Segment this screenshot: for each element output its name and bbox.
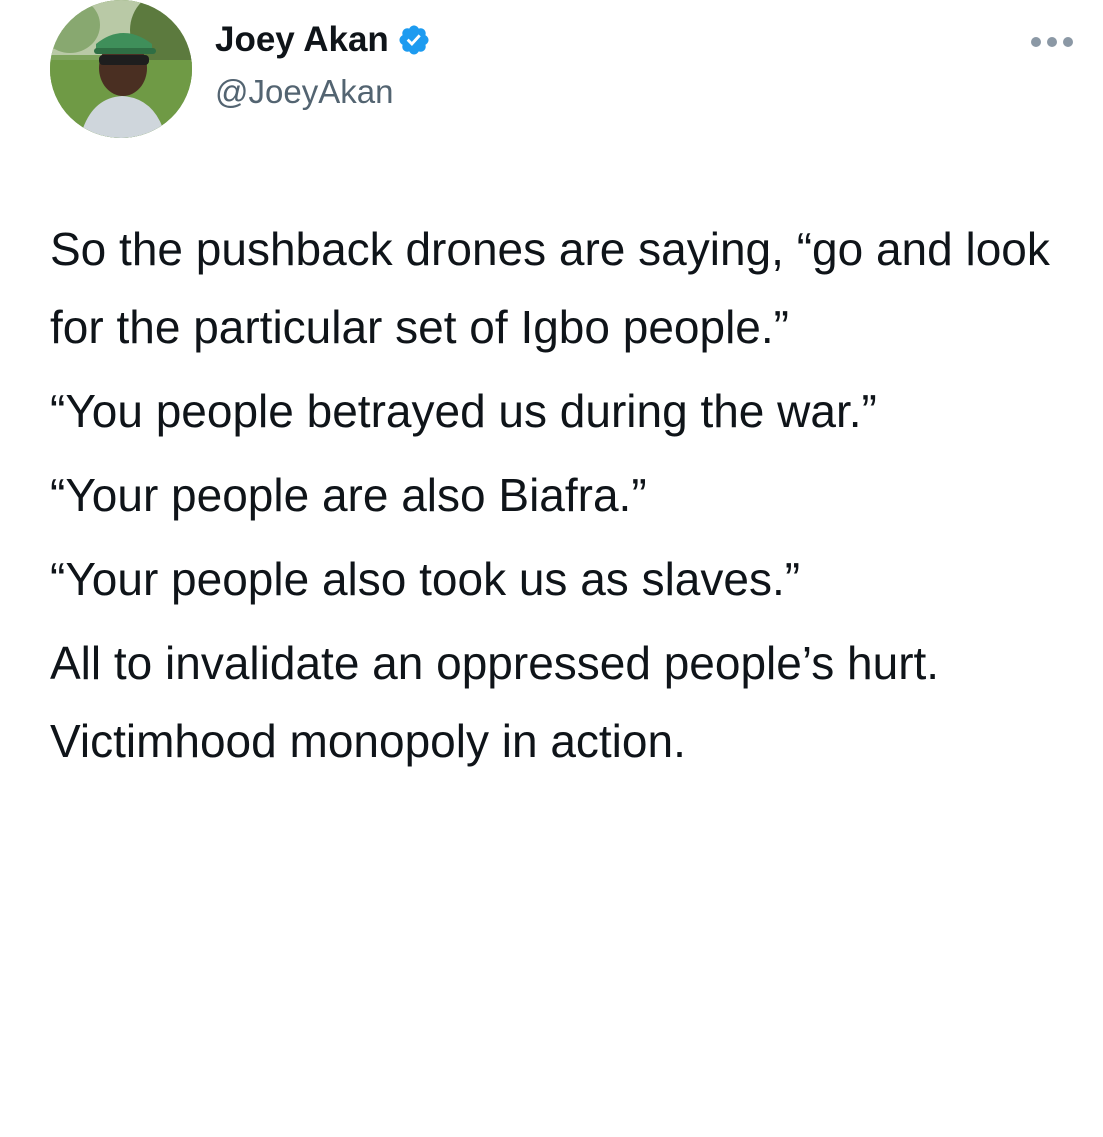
author-handle[interactable]: @JoeyAkan (215, 72, 393, 112)
author-name-row: Joey Akan (215, 18, 431, 62)
author-avatar[interactable] (50, 0, 192, 138)
verified-badge-icon (397, 23, 431, 57)
tweet-card: Joey Akan @JoeyAkan So the pushback dron… (0, 0, 1103, 1137)
tweet-paragraph: “Your people also took us as slaves.” (50, 553, 801, 605)
author-display-name[interactable]: Joey Akan (215, 18, 389, 62)
avatar-photo (50, 0, 192, 138)
tweet-body: So the pushback drones are saying, “go a… (50, 210, 1070, 786)
tweet-paragraph: “Your people are also Biafra.” (50, 469, 647, 521)
tweet-paragraph: “You people betrayed us during the war.” (50, 385, 877, 437)
more-options-icon[interactable] (1028, 34, 1076, 50)
tweet-paragraph: All to invalidate an oppressed people’s … (50, 637, 940, 767)
tweet-paragraph: So the pushback drones are saying, “go a… (50, 223, 1050, 353)
